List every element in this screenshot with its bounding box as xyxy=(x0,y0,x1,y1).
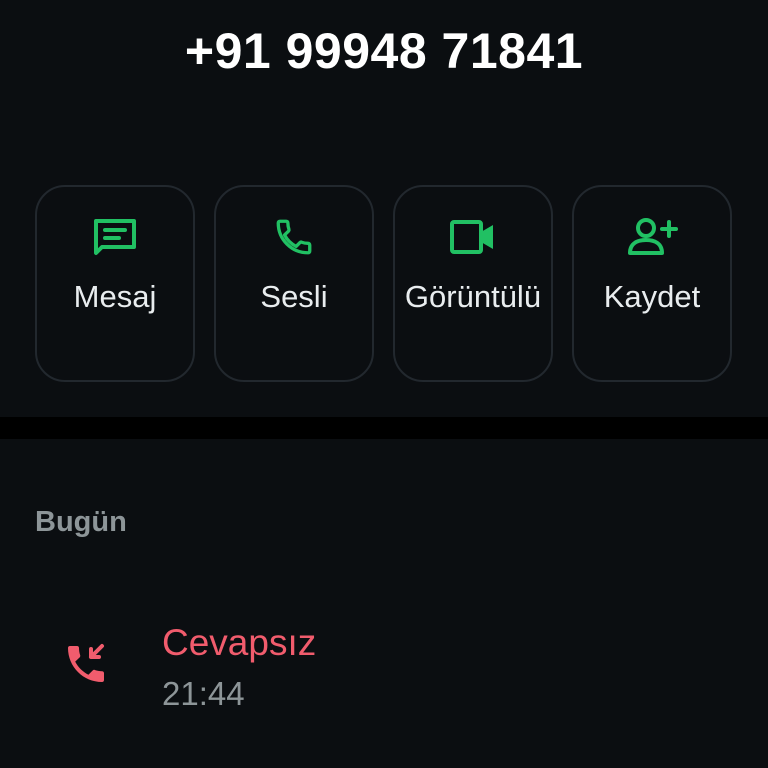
call-time: 21:44 xyxy=(162,675,245,712)
voice-call-button[interactable]: Sesli xyxy=(214,185,374,382)
add-contact-icon xyxy=(574,215,730,259)
video-call-button-label: Görüntülü xyxy=(404,279,542,314)
section-divider xyxy=(0,417,768,439)
video-call-button[interactable]: Görüntülü xyxy=(393,185,553,382)
save-contact-button[interactable]: Kaydet xyxy=(572,185,732,382)
phone-icon xyxy=(216,215,372,259)
contact-phone-number: +91 99948 71841 xyxy=(184,23,584,79)
call-status-label: Cevapsız xyxy=(162,622,317,663)
call-history-section-title: Bugün xyxy=(35,506,127,538)
message-icon xyxy=(37,215,193,259)
message-button[interactable]: Mesaj xyxy=(35,185,195,382)
call-history-item[interactable]: Cevapsız 21:44 xyxy=(0,610,768,720)
message-button-label: Mesaj xyxy=(73,279,157,314)
action-buttons-row: Mesaj Sesli Görüntülü Kaydet xyxy=(35,185,735,382)
voice-call-button-label: Sesli xyxy=(260,279,328,314)
save-contact-button-label: Kaydet xyxy=(603,279,701,314)
video-icon xyxy=(395,215,551,259)
missed-call-icon xyxy=(62,640,110,688)
